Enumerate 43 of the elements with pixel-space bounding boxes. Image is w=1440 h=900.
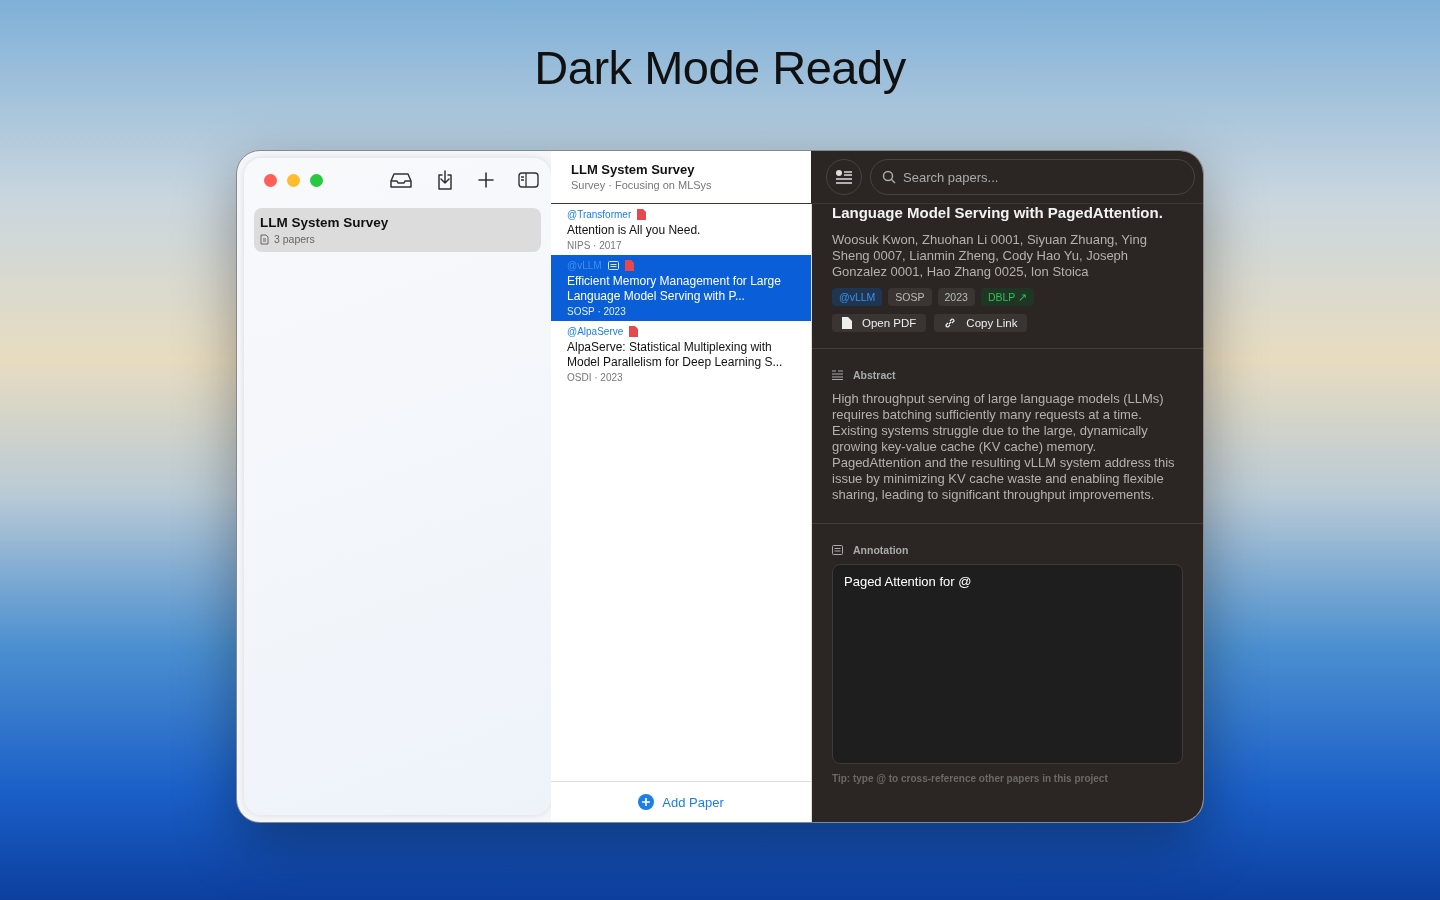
citation-key: @Transformer (567, 208, 632, 220)
paper-title: Attention is All you Need. (567, 223, 702, 238)
note-icon (832, 545, 843, 555)
annotation-field[interactable]: Paged Attention for @ (832, 564, 1183, 764)
project-subtitle: Survey · Focusing on MLSys (571, 179, 713, 191)
dblp-link[interactable]: DBLP ↗ (980, 288, 1035, 306)
download-icon[interactable] (436, 170, 454, 190)
document-icon (260, 233, 269, 245)
search-icon (882, 170, 896, 184)
search-field[interactable]: Search papers... (870, 159, 1195, 195)
filter-button[interactable] (826, 159, 862, 195)
paper-title: Language Model Serving with PagedAttention. (832, 204, 1164, 222)
paper-title: AlpaServe: Statistical Multiplexing with Model Parallelism for Deep Learning S... (567, 340, 784, 370)
tip-text: Tip: type @ to cross-reference other papers in this project (832, 773, 1109, 784)
sidebar-icon[interactable] (518, 172, 539, 188)
tag: @vLLM (832, 288, 883, 306)
text-icon (832, 370, 843, 380)
abstract-text: High throughput serving of large language models (LLMs) requires batching sufficiently many requests at a time. Existing systems struggle due to the large, dynamically growing key-value cache (KV cache) memory. PagedAttention and the resulting vLLM system address this issue by minimizing KV cache waste and enabling flexible sharing, leading to significant throughput improvements. (832, 391, 1176, 503)
project-title: LLM System Survey (571, 162, 696, 177)
paper-venue: NIPS · 2017 (567, 240, 623, 251)
section-label: Abstract (853, 369, 896, 381)
paper-row[interactable]: @AlpaServe AlpaServe: Statistical Multiplexing with Model Parallelism for Deep Learning S... OSDI · 2023 (551, 321, 811, 387)
citation-key: @AlpaServe (567, 325, 624, 337)
open-pdf-button[interactable]: Open PDF (832, 314, 927, 332)
paper-title: Efficient Memory Management for Large Language Model Serving with P... (567, 274, 782, 304)
section-label: Annotation (853, 544, 909, 556)
paper-venue: OSDI · 2023 (567, 372, 624, 383)
close-button[interactable] (264, 173, 277, 187)
authors: Woosuk Kwon, Zhuohan Li 0001, Siyuan Zhuang, Ying Sheng 0007, Lianmin Zheng, Cody Hao Yu, Joseph Gonzalez 0001, Hao Zhang 0025, Ion Stoica (832, 232, 1148, 280)
add-paper-button[interactable]: Add Paper (638, 794, 724, 810)
paper-venue: SOSP · 2023 (567, 306, 627, 317)
headline: Dark Mode Ready (534, 40, 906, 95)
plus-icon[interactable] (478, 172, 494, 188)
tag: SOSP (888, 288, 932, 306)
link-icon (944, 317, 957, 329)
list-icon (835, 169, 853, 185)
tag: 2023 (937, 288, 975, 306)
tray-icon[interactable] (390, 172, 412, 188)
copy-link-button[interactable]: Copy Link (934, 314, 1028, 332)
paper-row[interactable]: @Transformer Attention is All you Need. NIPS · 2017 (551, 204, 811, 255)
document-icon (842, 317, 852, 329)
project-item[interactable]: LLM System Survey 3 papers (254, 208, 541, 252)
plus-circle-icon (638, 794, 655, 810)
